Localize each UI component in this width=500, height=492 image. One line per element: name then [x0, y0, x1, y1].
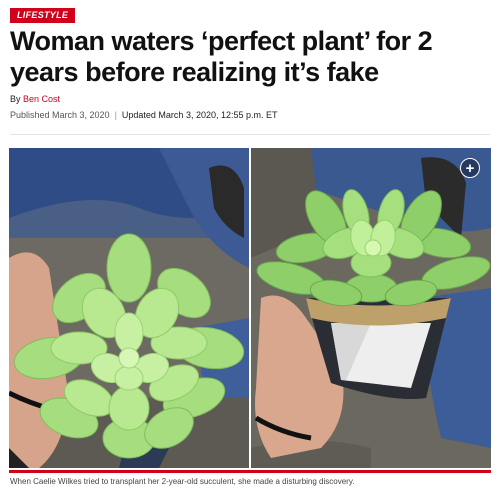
author-link[interactable]: Ben Cost [23, 94, 60, 104]
published-date: Published March 3, 2020 [10, 110, 110, 120]
photo-potted-succulent[interactable] [251, 148, 491, 468]
plus-icon: + [465, 159, 475, 177]
category-tag[interactable]: LIFESTYLE [10, 8, 76, 23]
caption-divider [9, 470, 491, 473]
succulent-photo-left [9, 148, 249, 468]
photo-hand-holding-succulent[interactable] [9, 148, 249, 468]
article-dates: Published March 3, 2020 | Updated March 3,… [10, 110, 278, 120]
article-page: LIFESTYLE Woman waters ‘perfect plant’ f… [0, 0, 500, 492]
photo-caption: When Caelie Wilkes tried to transplant h… [10, 477, 355, 486]
byline: By Ben Cost [10, 94, 60, 104]
headline: Woman waters ‘perfect plant’ for 2 years… [10, 26, 433, 87]
updated-date: Updated March 3, 2020, 12:55 p.m. ET [121, 110, 278, 120]
header-divider [10, 134, 490, 135]
succulent-photo-right [251, 148, 491, 468]
date-separator: | [114, 110, 117, 120]
byline-prefix: By [10, 94, 21, 104]
expand-gallery-button[interactable]: + [460, 158, 480, 178]
